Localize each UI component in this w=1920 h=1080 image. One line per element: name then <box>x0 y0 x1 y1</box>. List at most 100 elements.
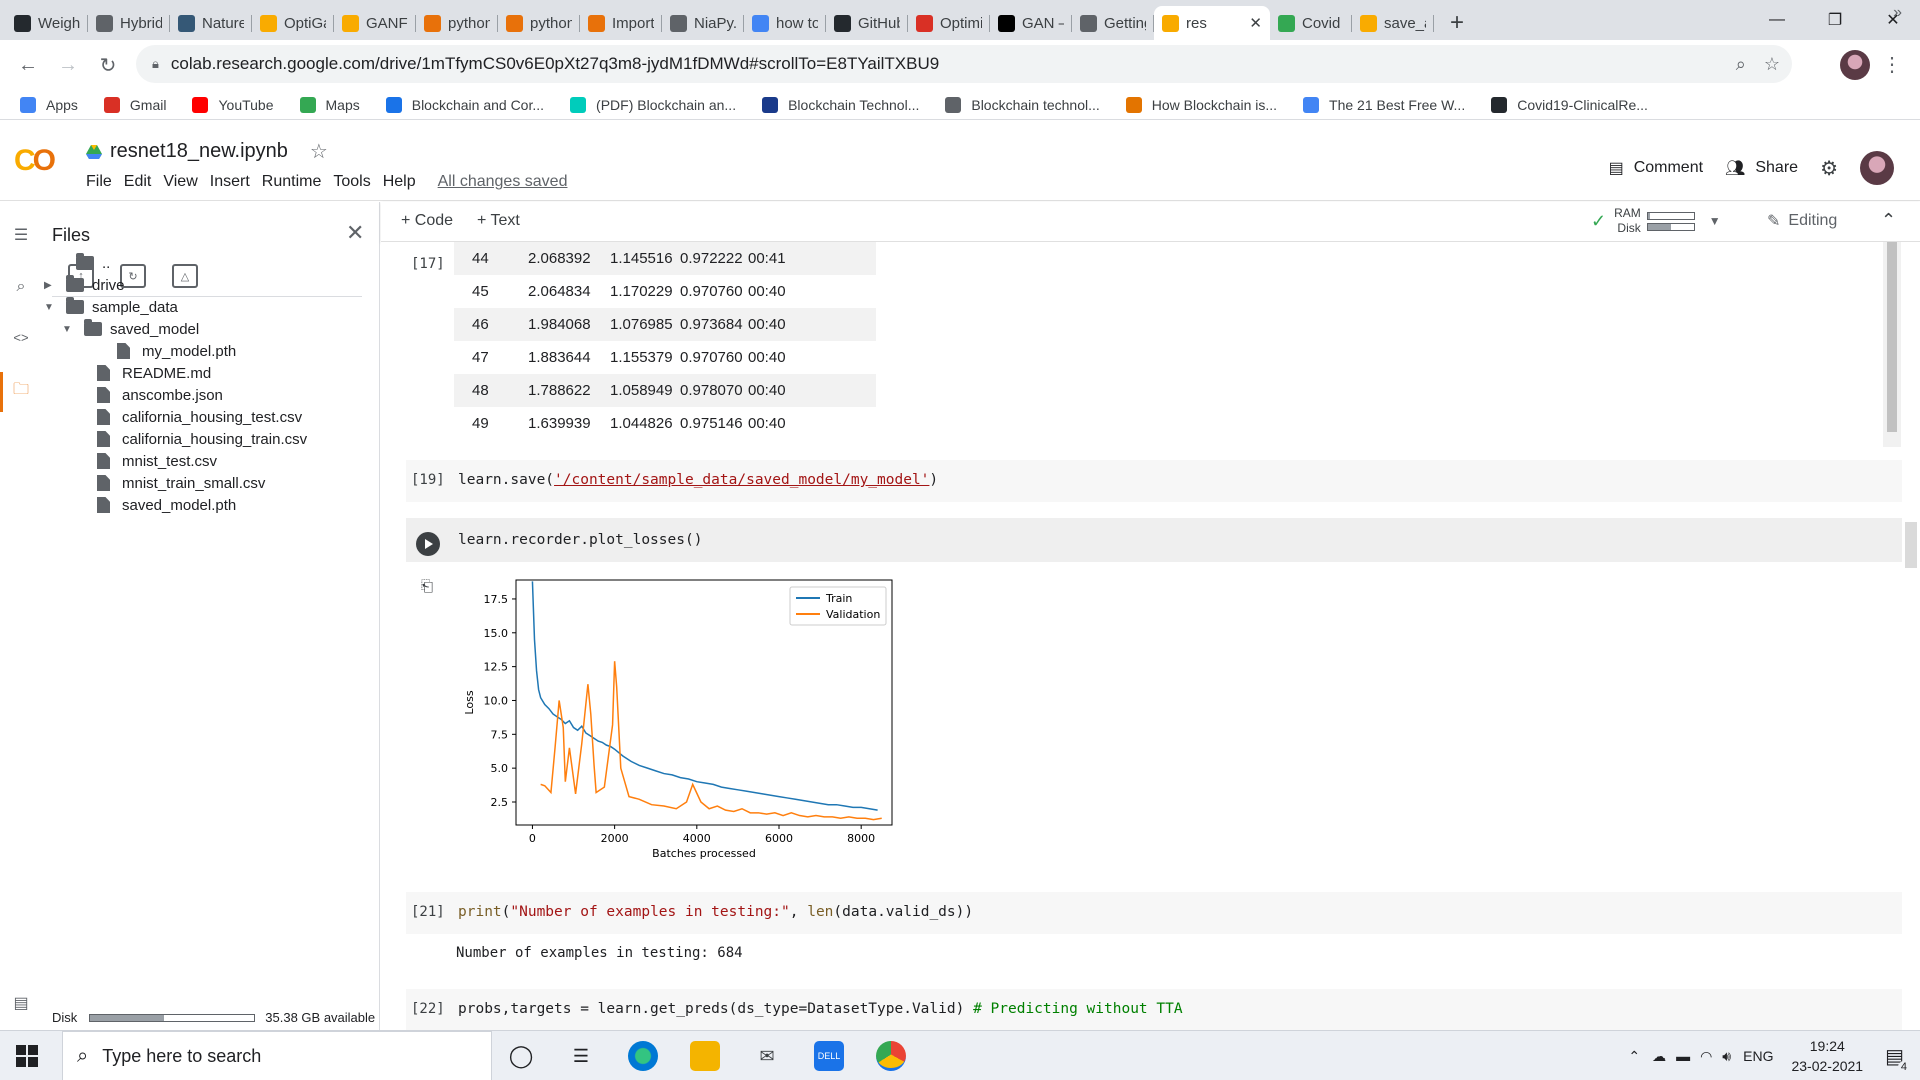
browser-tab[interactable]: Optimi <box>908 6 990 40</box>
search-icon[interactable]: ⌕ <box>10 276 32 298</box>
add-text-cell-button[interactable]: + Text <box>477 212 520 230</box>
bookmark-star-icon[interactable]: ☆ <box>1764 54 1780 75</box>
account-avatar[interactable] <box>1860 151 1894 185</box>
dell-app-icon[interactable]: DELL <box>814 1041 844 1071</box>
file-item[interactable]: saved_model.pth <box>97 494 236 516</box>
table-of-contents-icon[interactable]: ☰ <box>10 224 32 246</box>
browser-tab[interactable]: GitHub <box>826 6 908 40</box>
notebook-scrollbar-thumb[interactable] <box>1905 522 1917 568</box>
menu-view[interactable]: View <box>157 173 203 191</box>
code-line[interactable]: print("Number of examples in testing:", … <box>458 904 973 920</box>
star-icon[interactable]: ☆ <box>310 139 328 164</box>
code-line[interactable]: learn.recorder.plot_losses() <box>458 532 702 548</box>
menu-help[interactable]: Help <box>377 173 422 191</box>
menu-runtime[interactable]: Runtime <box>256 173 328 191</box>
folder-item[interactable]: ▼ sample_data <box>44 296 178 318</box>
browser-tab[interactable]: Nature <box>170 6 252 40</box>
folder-item[interactable]: .. <box>76 252 110 274</box>
caret-right-icon[interactable]: ▶ <box>44 280 56 291</box>
add-code-cell-button[interactable]: + Code <box>401 212 453 230</box>
clock[interactable]: 19:24 23-02-2021 <box>1791 1036 1863 1076</box>
settings-gear-icon[interactable]: ⚙ <box>1820 156 1838 181</box>
browser-menu-icon[interactable]: ⋮ <box>1882 52 1902 77</box>
mount-drive-icon[interactable]: △ <box>172 264 198 288</box>
chrome-app-icon[interactable] <box>876 1041 906 1071</box>
browser-tab[interactable]: Weigh <box>6 6 88 40</box>
maximize-button[interactable]: ❐ <box>1812 0 1858 40</box>
file-item[interactable]: california_housing_test.csv <box>97 406 302 428</box>
files-folder-icon[interactable]: 🗀︎ <box>10 380 32 402</box>
battery-icon[interactable]: ▬ <box>1676 1048 1690 1064</box>
browser-tab[interactable]: Hybrid <box>88 6 170 40</box>
new-tab-button[interactable]: + <box>1440 6 1474 40</box>
code-line[interactable]: probs,targets = learn.get_preds(ds_type=… <box>458 1001 1183 1017</box>
task-view-icon[interactable]: ☰ <box>566 1041 596 1071</box>
chevron-down-icon[interactable]: ▼ <box>1709 214 1721 228</box>
bookmarks-overflow-button[interactable]: » <box>1893 4 1902 22</box>
bookmark-item[interactable]: Gmail <box>103 96 166 113</box>
run-cell-button[interactable] <box>416 532 440 556</box>
terminal-icon[interactable]: ▤ <box>10 992 32 1014</box>
minimize-button[interactable]: — <box>1754 0 1800 40</box>
comment-button[interactable]: ▤ Comment <box>1609 158 1703 178</box>
output-scrollbar[interactable] <box>1883 242 1901 447</box>
chevron-up-icon[interactable]: ⌃ <box>1881 210 1896 231</box>
caret-down-icon[interactable]: ▼ <box>44 302 56 313</box>
menu-file[interactable]: File <box>80 173 118 191</box>
bookmark-item[interactable]: (PDF) Blockchain an... <box>570 96 736 113</box>
forward-button[interactable]: → <box>48 45 88 85</box>
menu-edit[interactable]: Edit <box>118 173 158 191</box>
browser-tab[interactable]: Import <box>580 6 662 40</box>
menu-insert[interactable]: Insert <box>204 173 256 191</box>
mail-icon[interactable]: ✉ <box>752 1041 782 1071</box>
browser-tab[interactable]: save_a <box>1352 6 1434 40</box>
bookmark-item[interactable]: How Blockchain is... <box>1125 96 1277 113</box>
bookmark-item[interactable]: Blockchain and Cor... <box>385 96 544 113</box>
profile-avatar[interactable] <box>1840 50 1870 80</box>
bookmark-item[interactable]: Maps <box>299 96 360 113</box>
notebook-title[interactable]: resnet18_new.ipynb ☆ <box>86 139 328 164</box>
browser-tab[interactable]: GAN – <box>990 6 1072 40</box>
browser-tab[interactable]: how to <box>744 6 826 40</box>
windows-start-icon[interactable] <box>16 1045 38 1067</box>
edge-browser-icon[interactable] <box>628 1041 658 1071</box>
file-item[interactable]: mnist_train_small.csv <box>97 472 265 494</box>
browser-tab[interactable]: python <box>498 6 580 40</box>
file-item[interactable]: california_housing_train.csv <box>97 428 307 450</box>
cloud-sync-icon[interactable]: ☁ <box>1652 1048 1666 1065</box>
code-line[interactable]: learn.save('/content/sample_data/saved_m… <box>458 472 938 488</box>
browser-tab[interactable]: NiaPy. <box>662 6 744 40</box>
colab-logo[interactable]: CO <box>14 144 56 178</box>
bookmark-item[interactable]: Apps <box>20 96 78 113</box>
bookmark-item[interactable]: Covid19-ClinicalRe... <box>1491 96 1648 113</box>
browser-tab[interactable]: OptiGa <box>252 6 334 40</box>
browser-tab[interactable]: Getting <box>1072 6 1154 40</box>
input-language[interactable]: ENG <box>1743 1048 1773 1064</box>
browser-tab[interactable]: Covid <box>1270 6 1352 40</box>
file-item[interactable]: mnist_test.csv <box>97 450 217 472</box>
reload-button[interactable]: ↻ <box>88 45 128 85</box>
save-status-link[interactable]: All changes saved <box>432 173 574 191</box>
ram-disk-indicator[interactable]: ✓ RAM Disk ▼ <box>1591 206 1721 236</box>
browser-tab[interactable]: GANFi <box>334 6 416 40</box>
back-button[interactable]: ← <box>8 45 48 85</box>
folder-item[interactable]: ▶ drive <box>44 274 125 296</box>
url-omnibox[interactable]: 🔒︎ colab.research.google.com/drive/1mTfy… <box>136 45 1792 83</box>
taskbar-search-box[interactable]: ⌕ Type here to search <box>62 1031 492 1080</box>
close-panel-icon[interactable]: ✕ <box>346 220 364 246</box>
output-redirect-icon[interactable]: ⎗ <box>421 578 433 595</box>
bookmark-item[interactable]: Blockchain Technol... <box>762 96 919 113</box>
bookmark-item[interactable]: The 21 Best Free W... <box>1303 96 1465 113</box>
close-tab-icon[interactable]: ✕ <box>1249 14 1262 32</box>
file-explorer-icon[interactable] <box>690 1041 720 1071</box>
bookmark-item[interactable]: Blockchain technol... <box>945 96 1100 113</box>
cortana-circle-icon[interactable]: ◯ <box>506 1041 536 1071</box>
share-button[interactable]: 👥︎ Share <box>1725 158 1798 178</box>
browser-tab[interactable]: python <box>416 6 498 40</box>
browser-tab[interactable]: res ✕ <box>1154 6 1270 40</box>
volume-icon[interactable]: 🔊︎ <box>1722 1048 1731 1065</box>
editing-mode-button[interactable]: ✎ Editing <box>1767 211 1837 231</box>
file-item[interactable]: anscombe.json <box>97 384 223 406</box>
code-snippets-icon[interactable]: <> <box>10 326 32 348</box>
notification-icon[interactable]: ▤ 4 <box>1885 1044 1910 1073</box>
